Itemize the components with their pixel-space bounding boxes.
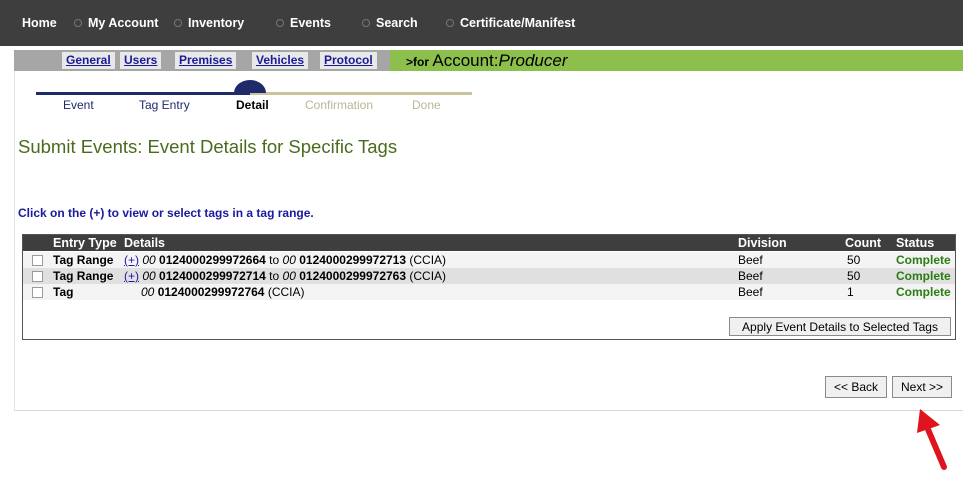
- apply-event-details-button[interactable]: Apply Event Details to Selected Tags: [729, 317, 951, 336]
- table-row: Tag Range (+) 00 0124000299972714 to 00 …: [23, 268, 955, 284]
- step-done: Done: [412, 98, 441, 112]
- row-checkbox[interactable]: [32, 287, 43, 298]
- col-status: Status: [896, 236, 935, 250]
- content-bottom-border: [14, 410, 963, 411]
- status-cell: Complete: [896, 253, 951, 267]
- table-header: Entry Type Details Division Count Status: [23, 235, 955, 251]
- stepper-current-marker-icon: [234, 80, 266, 93]
- count-cell: 50: [847, 269, 861, 283]
- col-count: Count: [845, 236, 882, 250]
- step-event: Event: [63, 98, 94, 112]
- next-button[interactable]: Next >>: [892, 376, 952, 398]
- col-details: Details: [124, 236, 165, 250]
- count-cell: 1: [847, 285, 854, 299]
- table-row: Tag Range (+) 00 0124000299972664 to 00 …: [23, 252, 955, 268]
- expand-range-link[interactable]: (+): [124, 269, 139, 283]
- division-cell: Beef: [738, 269, 763, 283]
- division-cell: Beef: [738, 285, 763, 299]
- row-checkbox[interactable]: [32, 271, 43, 282]
- step-confirmation: Confirmation: [305, 98, 374, 112]
- division-cell: Beef: [738, 253, 763, 267]
- red-arrow-icon: [917, 409, 947, 470]
- expand-range-link[interactable]: (+): [124, 253, 139, 267]
- instruction-text: Click on the (+) to view or select tags …: [18, 206, 314, 220]
- row-checkbox[interactable]: [32, 255, 43, 266]
- count-cell: 50: [847, 253, 861, 267]
- status-cell: Complete: [896, 269, 951, 283]
- status-cell: Complete: [896, 285, 951, 299]
- col-division: Division: [738, 236, 787, 250]
- table-row: Tag 00 0124000299972764 (CCIA) Beef 1 Co…: [23, 284, 955, 300]
- tag-range-details: (+) 00 0124000299972714 to 00 0124000299…: [124, 269, 447, 283]
- content-border: [14, 71, 15, 411]
- step-tag-entry: Tag Entry: [139, 98, 190, 112]
- progress-stepper: Event Tag Entry Detail Confirmation Done: [0, 0, 963, 120]
- event-tags-table: Entry Type Details Division Count Status…: [22, 234, 956, 340]
- page-title: Submit Events: Event Details for Specifi…: [18, 136, 398, 157]
- back-button[interactable]: << Back: [825, 376, 887, 398]
- tag-range-details: (+) 00 0124000299972664 to 00 0124000299…: [124, 253, 447, 267]
- col-entry-type: Entry Type: [53, 236, 117, 250]
- step-detail: Detail: [236, 98, 269, 112]
- stepper-done-track: [36, 92, 250, 95]
- stepper-pending-track: [250, 92, 472, 95]
- tag-details: 00 0124000299972764 (CCIA): [141, 285, 305, 299]
